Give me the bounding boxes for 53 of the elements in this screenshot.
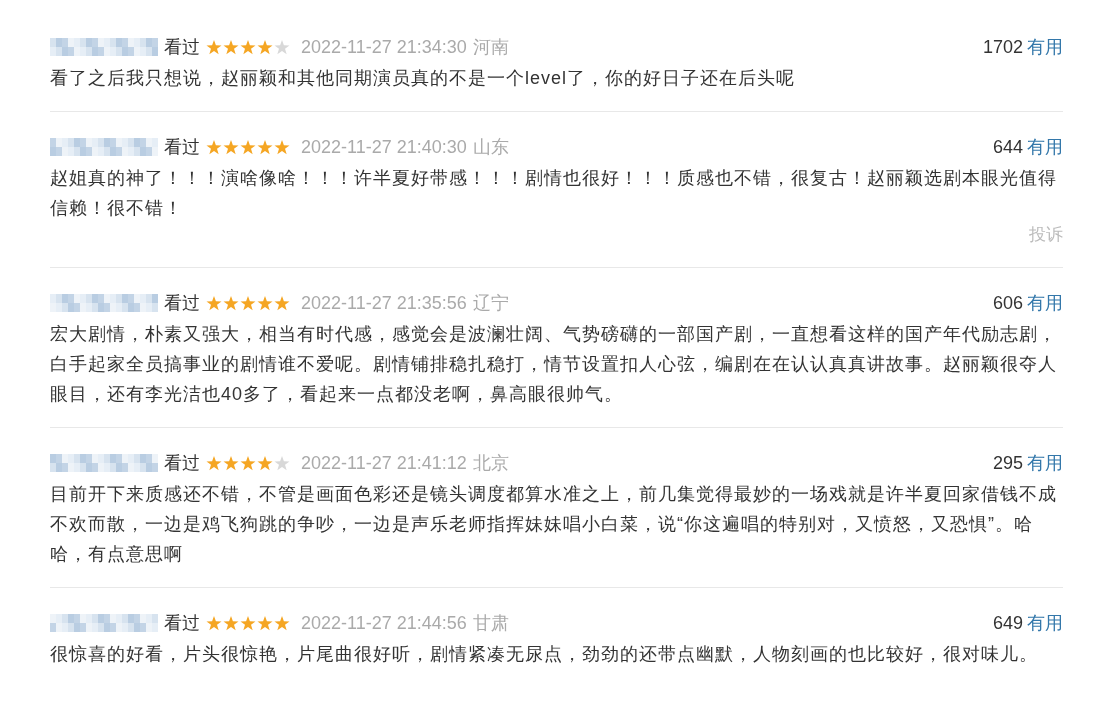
comment-time: 2022-11-27 21:44:56 (301, 612, 467, 634)
watch-status: 看过 (164, 452, 200, 475)
comment-text: 很惊喜的好看，片头很惊艳，片尾曲很好听，剧情紧凑无尿点，劲劲的还带点幽默，人物刻画的也比较好，很对味儿。 (50, 643, 1039, 666)
vote-count: 649 (992, 612, 1023, 634)
star-icon (257, 139, 273, 155)
star-icon (257, 615, 273, 631)
vote-count: 1702 (982, 36, 1023, 58)
star-icon (223, 615, 239, 631)
comment-time: 2022-11-27 21:41:12 (301, 452, 467, 474)
star-icon (257, 39, 273, 55)
star-icon (274, 615, 290, 631)
star-icon (257, 455, 273, 471)
star-icon (206, 39, 222, 55)
comment-text: 看了之后我只想说，赵丽颖和其他同期演员真的不是一个level了，你的好日子还在后头呢 (50, 67, 797, 90)
watch-status: 看过 (164, 612, 200, 635)
watch-status: 看过 (164, 36, 200, 59)
star-icon (223, 295, 239, 311)
star-icon (240, 455, 256, 471)
star-icon (206, 455, 222, 471)
star-icon (274, 139, 290, 155)
comment-time: 2022-11-27 21:34:30 (301, 36, 467, 58)
star-icon (240, 615, 256, 631)
useful-link[interactable]: 有用 (1027, 451, 1063, 475)
star-icon (240, 39, 256, 55)
star-icon (206, 615, 222, 631)
useful-link[interactable]: 有用 (1027, 611, 1063, 635)
comment-time: 2022-11-27 21:40:30 (301, 136, 467, 158)
star-icon (223, 139, 239, 155)
useful-link[interactable]: 有用 (1027, 291, 1063, 315)
comment-text: 目前开下来质感还不错，不管是画面色彩还是镜头调度都算水准之上，前几集觉得最妙的一场戏就是许半夏回家借钱不成不欢而散，一边是鸡飞狗跳的争吵，一边是声乐老师指挥妹妹唱小白菜，说“你这遍唱的特别对，又愤怒，又恐惧”。哈哈，有点意思啊 (50, 483, 1058, 566)
useful-link[interactable]: 有用 (1027, 135, 1063, 159)
comment-text: 赵姐真的神了！！！演啥像啥！！！许半夏好带感！！！剧情也很好！！！质感也不错，很复古！赵丽颖选剧本眼光值得信赖！很不错！ (50, 167, 1058, 220)
star-icon (240, 295, 256, 311)
comment-location: 北京 (472, 452, 509, 475)
vote-count: 606 (992, 292, 1023, 314)
star-icon (257, 295, 273, 311)
comment-location: 河南 (472, 36, 509, 59)
comment-time: 2022-11-27 21:35:56 (301, 292, 467, 314)
comment-location: 辽宁 (472, 292, 509, 315)
vote-count: 295 (992, 452, 1023, 474)
comment-text: 宏大剧情，朴素又强大，相当有时代感，感觉会是波澜壮阔、气势磅礴的一部国产剧，一直想看这样的国产年代励志剧，白手起家全员搞事业的剧情谁不爱呢。剧情铺排稳扎稳打，情节设置扣人心弦，编剧在在认认真真讲故事。赵丽颖很夺人眼目，还有李光洁也40多了，看起来一点都没老啊，鼻高眼很帅气。 (50, 323, 1058, 406)
watch-status: 看过 (164, 292, 200, 315)
star-icon (223, 39, 239, 55)
star-icon (206, 139, 222, 155)
star-icon (223, 455, 239, 471)
vote-count: 644 (992, 136, 1023, 158)
star-icon (240, 139, 256, 155)
comment-location: 山东 (472, 136, 509, 159)
star-icon (274, 295, 290, 311)
comment-location: 甘肃 (472, 612, 509, 635)
useful-link[interactable]: 有用 (1027, 35, 1063, 59)
star-icon (206, 295, 222, 311)
watch-status: 看过 (164, 136, 200, 159)
